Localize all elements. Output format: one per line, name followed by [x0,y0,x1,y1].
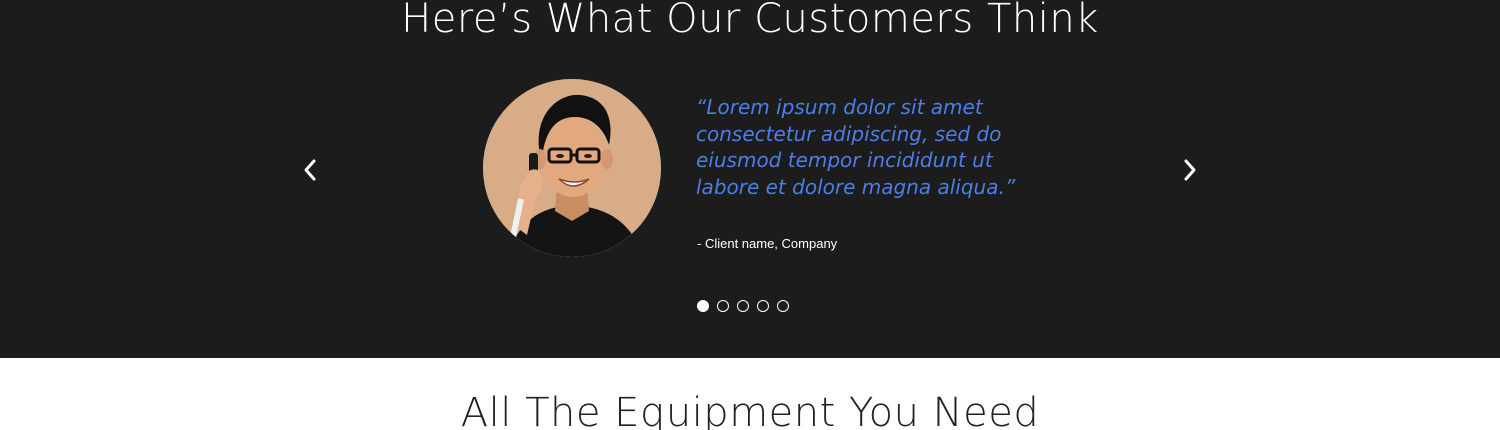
carousel-prev-button[interactable] [295,155,325,185]
client-photo [483,79,661,257]
testimonials-title: Here’s What Our Customers Think [401,0,1099,42]
equipment-section-title: All The Equipment You Need [460,390,1040,430]
carousel-dot-3[interactable] [737,300,749,312]
client-avatar [483,79,661,257]
chevron-left-icon [304,159,316,181]
carousel-next-button[interactable] [1175,155,1205,185]
testimonials-section: Here’s What Our Customers Think “Lorem i… [0,0,1500,358]
testimonial-author: - Client name, Company [697,236,838,251]
carousel-dot-1[interactable] [697,300,709,312]
chevron-right-icon [1184,159,1196,181]
page: Here’s What Our Customers Think “Lorem i… [0,0,1500,430]
carousel-dot-4[interactable] [757,300,769,312]
carousel-pagination [697,300,789,312]
carousel-dot-2[interactable] [717,300,729,312]
testimonial-quote: “Lorem ipsum dolor sit amet consectetur … [696,95,1016,199]
carousel-dot-5[interactable] [777,300,789,312]
